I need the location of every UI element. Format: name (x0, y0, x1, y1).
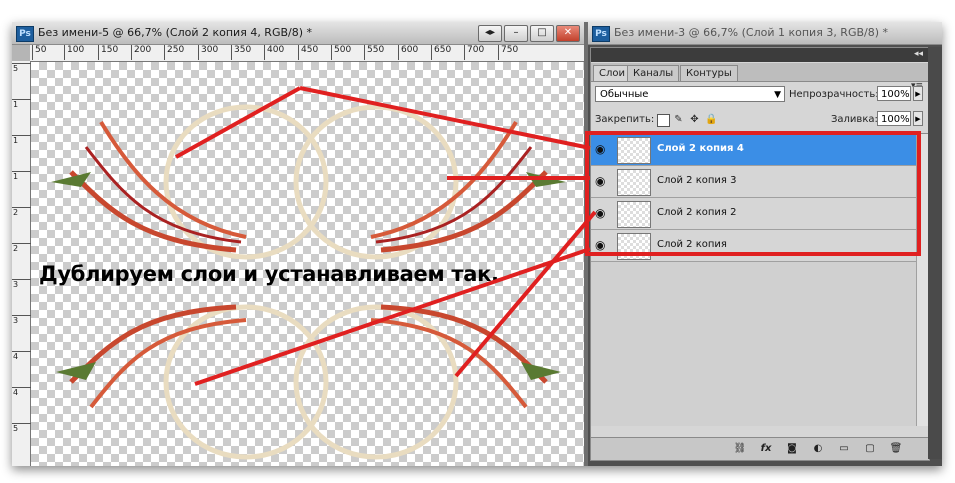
fill-input[interactable]: 100% (877, 111, 911, 126)
eye-icon[interactable]: ◉ (595, 143, 609, 155)
ruler-tick: 250 (164, 45, 184, 60)
side-dock-strip (928, 47, 942, 459)
lock-move-icon[interactable]: ✥ (689, 114, 700, 125)
layer-name: Слой 2 копия 3 (657, 175, 737, 186)
lower-frame (56, 304, 561, 460)
layer-name: Слой 2 копия (657, 239, 727, 250)
right-leaf-lower (521, 362, 561, 380)
eye-icon[interactable]: ◉ (595, 175, 609, 187)
ruler-tick: 3 (12, 279, 31, 289)
layer-thumbnail (617, 137, 651, 164)
photoshop-icon: Ps (16, 26, 34, 42)
second-document-title: Без имени-3 @ 66,7% (Слой 1 копия 3, RGB… (614, 26, 889, 39)
layer-row[interactable]: ◉ Слой 2 копия 4 (591, 134, 917, 166)
new-layer-icon[interactable]: ▢ (863, 442, 877, 455)
tab-paths[interactable]: Контуры (680, 65, 738, 81)
second-document-titlebar[interactable]: Ps Без имени-3 @ 66,7% (Слой 1 копия 3, … (588, 22, 942, 45)
fx-icon[interactable]: fx (759, 442, 773, 455)
ruler-tick: 1 (12, 135, 31, 145)
layer-name: Слой 2 копия 2 (657, 207, 737, 218)
opacity-input[interactable]: 100% (877, 86, 911, 101)
panel-header[interactable]: ◂◂ (591, 48, 929, 62)
ruler-tick: 2 (12, 243, 31, 253)
ruler-tick: 50 (32, 45, 46, 60)
ruler-tick: 1 (12, 99, 31, 109)
ruler-tick: 4 (12, 351, 31, 361)
collapse-button[interactable]: ◂▸ (478, 25, 502, 42)
minimize-button[interactable]: – (504, 25, 528, 42)
ruler-tick: 100 (64, 45, 84, 60)
ruler-tick: 550 (364, 45, 384, 60)
document-window: Ps Без имени-5 @ 66,7% (Слой 2 копия 4, … (12, 22, 584, 466)
ruler-tick: 150 (98, 45, 118, 60)
right-swirl-lower-2 (370, 318, 528, 409)
adjustment-icon[interactable]: ◐ (811, 442, 825, 455)
ruler-tick: 700 (464, 45, 484, 60)
link-icon[interactable]: ⛓ (733, 442, 747, 455)
panel-collapse-icon[interactable]: ◂◂ (914, 49, 923, 59)
ruler-tick: 350 (231, 45, 251, 60)
document-titlebar[interactable]: Ps Без имени-5 @ 66,7% (Слой 2 копия 4, … (12, 22, 584, 45)
layer-thumbnail (617, 169, 651, 196)
ruler-tick: 300 (198, 45, 218, 60)
lock-transparency-icon[interactable] (657, 114, 670, 127)
blend-mode-value: Обычные (600, 89, 649, 100)
ruler-tick: 450 (298, 45, 318, 60)
photoshop-icon: Ps (592, 26, 610, 42)
left-ring (163, 104, 329, 260)
lock-all-icon[interactable]: 🔒 (705, 114, 717, 125)
blend-mode-select[interactable]: Обычные ▼ (595, 86, 785, 102)
tutorial-caption: Дублируем слои и устанавливаем так. (39, 262, 499, 286)
layers-list: ◉ Слой 2 копия 4 ◉ Слой 2 копия 3 ◉ Слой… (591, 133, 929, 426)
mask-icon[interactable]: ◙ (785, 442, 799, 455)
ruler-tick: 200 (131, 45, 151, 60)
layer-name: Слой 2 копия 4 (657, 143, 744, 154)
layers-panel: ◂◂ Слои Каналы Контуры ▾≡ Обычные ▼ Непр… (590, 47, 930, 461)
layer-row[interactable]: ◉ Слой 2 копия 3 (591, 166, 917, 198)
panel-bottom-toolbar: ⛓ fx ◙ ◐ ▭ ▢ 🗑 (591, 437, 929, 460)
eye-icon[interactable]: ◉ (595, 239, 609, 251)
lock-label: Закрепить: (595, 114, 655, 125)
fill-label: Заливка: (831, 114, 878, 125)
layer-row[interactable]: ◉ Слой 2 копия (591, 230, 917, 262)
fill-slider-button[interactable]: ▶ (913, 111, 923, 126)
ruler-tick: 750 (498, 45, 518, 60)
panel-tabs: Слои Каналы Контуры ▾≡ (591, 63, 929, 91)
layer-thumbnail (617, 233, 651, 260)
document-title: Без имени-5 @ 66,7% (Слой 2 копия 4, RGB… (38, 26, 313, 39)
left-leaf-lower (56, 362, 96, 380)
chevron-down-icon: ▼ (774, 90, 781, 100)
layer-thumbnail (617, 201, 651, 228)
blend-opacity-row: Обычные ▼ Непрозрачность: 100% ▶ (591, 82, 929, 108)
maximize-button[interactable]: □ (530, 25, 554, 42)
ruler-tick: 5 (12, 423, 31, 433)
tab-channels[interactable]: Каналы (627, 65, 680, 81)
ruler-tick: 600 (398, 45, 418, 60)
tab-layers[interactable]: Слои (593, 65, 631, 81)
eye-icon[interactable]: ◉ (595, 207, 609, 219)
ruler-tick: 1 (12, 171, 31, 181)
horizontal-ruler[interactable]: 50 100 150 200 250 300 350 400 450 500 5… (30, 45, 584, 62)
ruler-tick: 400 (264, 45, 284, 60)
ruler-tick: 650 (431, 45, 451, 60)
upper-frame (51, 104, 566, 260)
group-icon[interactable]: ▭ (837, 442, 851, 455)
opacity-slider-button[interactable]: ▶ (913, 86, 923, 101)
ruler-tick: 2 (12, 207, 31, 217)
opacity-label: Непрозрачность: (789, 89, 879, 100)
ruler-tick: 4 (12, 387, 31, 397)
ruler-tick: 3 (12, 315, 31, 325)
lock-brush-icon[interactable]: ✎ (673, 114, 684, 125)
ruler-tick: 500 (331, 45, 351, 60)
close-button[interactable]: ✕ (556, 25, 580, 42)
vertical-ruler[interactable]: 5 1 1 1 2 2 3 3 4 4 5 (12, 61, 31, 466)
trash-icon[interactable]: 🗑 (889, 442, 903, 455)
layer-row[interactable]: ◉ Слой 2 копия 2 (591, 198, 917, 230)
ruler-tick: 5 (12, 63, 31, 73)
